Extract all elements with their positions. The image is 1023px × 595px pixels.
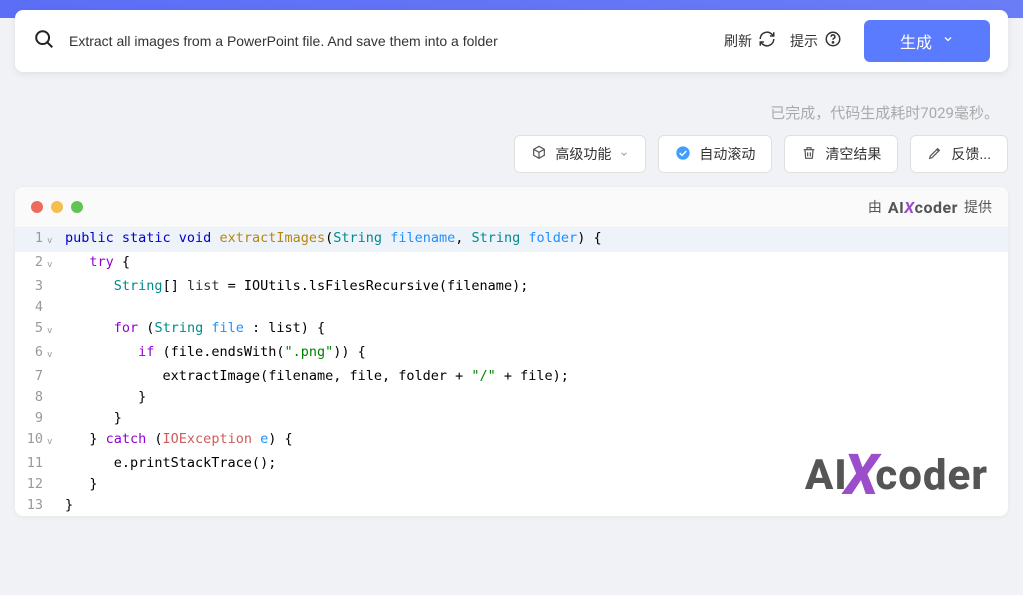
fold-marker[interactable]: v xyxy=(47,342,61,366)
fold-marker[interactable] xyxy=(47,474,61,477)
fold-marker[interactable] xyxy=(47,453,61,456)
code-line[interactable]: 11 e.printStackTrace(); xyxy=(15,453,1008,474)
minimize-dot[interactable] xyxy=(51,201,63,213)
code-line[interactable]: 10v } catch (IOException e) { xyxy=(15,429,1008,453)
code-content: } xyxy=(61,408,122,429)
autoscroll-button[interactable]: 自动滚动 xyxy=(658,135,772,173)
refresh-icon xyxy=(758,30,776,52)
fold-marker[interactable] xyxy=(47,408,61,411)
code-header: 由 AIXcoder 提供 xyxy=(15,187,1008,228)
search-bar: 刷新 提示 生成 xyxy=(15,10,1008,72)
code-line[interactable]: 5v for (String file : list) { xyxy=(15,318,1008,342)
line-number: 1 xyxy=(15,228,47,249)
code-line[interactable]: 1vpublic static void extractImages(Strin… xyxy=(15,228,1008,252)
line-number: 6 xyxy=(15,342,47,363)
fold-marker[interactable]: v xyxy=(47,429,61,453)
fold-marker[interactable] xyxy=(47,387,61,390)
code-content: e.printStackTrace(); xyxy=(61,453,276,474)
code-line[interactable]: 3 String[] list = IOUtils.lsFilesRecursi… xyxy=(15,276,1008,297)
code-content: for (String file : list) { xyxy=(61,318,325,339)
code-content: if (file.endsWith(".png")) { xyxy=(61,342,366,363)
code-line[interactable]: 8 } xyxy=(15,387,1008,408)
line-number: 3 xyxy=(15,276,47,297)
check-circle-icon xyxy=(675,145,691,164)
fold-marker[interactable]: v xyxy=(47,318,61,342)
generate-label: 生成 xyxy=(900,29,932,53)
traffic-lights xyxy=(31,201,83,213)
hint-button[interactable]: 提示 xyxy=(790,30,842,52)
code-content: } catch (IOException e) { xyxy=(61,429,293,450)
feedback-label: 反馈... xyxy=(951,144,991,164)
line-number: 5 xyxy=(15,318,47,339)
fold-marker[interactable] xyxy=(47,366,61,369)
code-line[interactable]: 7 extractImage(filename, file, folder + … xyxy=(15,366,1008,387)
cube-icon xyxy=(531,145,547,164)
search-icon xyxy=(33,28,55,54)
maximize-dot[interactable] xyxy=(71,201,83,213)
fold-marker[interactable] xyxy=(47,495,61,498)
autoscroll-label: 自动滚动 xyxy=(699,144,755,164)
code-content: } xyxy=(61,387,146,408)
advanced-button[interactable]: 高级功能 xyxy=(514,135,646,173)
line-number: 11 xyxy=(15,453,47,474)
code-card: 由 AIXcoder 提供 1vpublic static void extra… xyxy=(15,187,1008,516)
provider-by: 由 xyxy=(868,197,882,217)
code-content: String[] list = IOUtils.lsFilesRecursive… xyxy=(61,276,528,297)
code-line[interactable]: 4 xyxy=(15,297,1008,318)
line-number: 9 xyxy=(15,408,47,429)
code-content: extractImage(filename, file, folder + "/… xyxy=(61,366,569,387)
fold-marker[interactable] xyxy=(47,276,61,279)
clear-label: 清空结果 xyxy=(825,144,881,164)
code-content: try { xyxy=(61,252,130,273)
toolbar: 高级功能 自动滚动 清空结果 反馈... xyxy=(0,135,1023,187)
code-content: public static void extractImages(String … xyxy=(61,228,602,249)
generate-button[interactable]: 生成 xyxy=(864,20,990,62)
provider-suffix: 提供 xyxy=(964,197,992,217)
chevron-down-icon xyxy=(619,146,629,162)
refresh-button[interactable]: 刷新 xyxy=(724,30,776,52)
line-number: 4 xyxy=(15,297,47,318)
status-text: 已完成，代码生成耗时7029毫秒。 xyxy=(0,72,1023,135)
line-number: 2 xyxy=(15,252,47,273)
line-number: 7 xyxy=(15,366,47,387)
fold-marker[interactable]: v xyxy=(47,252,61,276)
feedback-button[interactable]: 反馈... xyxy=(910,135,1008,173)
provider-logo: AIXcoder xyxy=(888,198,958,217)
code-line[interactable]: 6v if (file.endsWith(".png")) { xyxy=(15,342,1008,366)
line-number: 8 xyxy=(15,387,47,408)
chevron-down-icon xyxy=(942,32,954,50)
line-number: 12 xyxy=(15,474,47,495)
trash-icon xyxy=(801,145,817,164)
code-content: } xyxy=(61,474,98,495)
line-number: 13 xyxy=(15,495,47,516)
pencil-icon xyxy=(927,145,943,164)
code-content: } xyxy=(61,495,73,516)
advanced-label: 高级功能 xyxy=(555,144,611,164)
close-dot[interactable] xyxy=(31,201,43,213)
hint-label: 提示 xyxy=(790,31,818,51)
code-line[interactable]: 2v try { xyxy=(15,252,1008,276)
prompt-input[interactable] xyxy=(69,33,710,49)
refresh-label: 刷新 xyxy=(724,31,752,51)
fold-marker[interactable] xyxy=(47,297,61,300)
fold-marker[interactable]: v xyxy=(47,228,61,252)
code-line[interactable]: 13} xyxy=(15,495,1008,516)
provider-credit: 由 AIXcoder 提供 xyxy=(868,197,992,217)
line-number: 10 xyxy=(15,429,47,450)
clear-button[interactable]: 清空结果 xyxy=(784,135,898,173)
code-line[interactable]: 9 } xyxy=(15,408,1008,429)
question-icon xyxy=(824,30,842,52)
code-line[interactable]: 12 } xyxy=(15,474,1008,495)
code-body[interactable]: 1vpublic static void extractImages(Strin… xyxy=(15,228,1008,516)
